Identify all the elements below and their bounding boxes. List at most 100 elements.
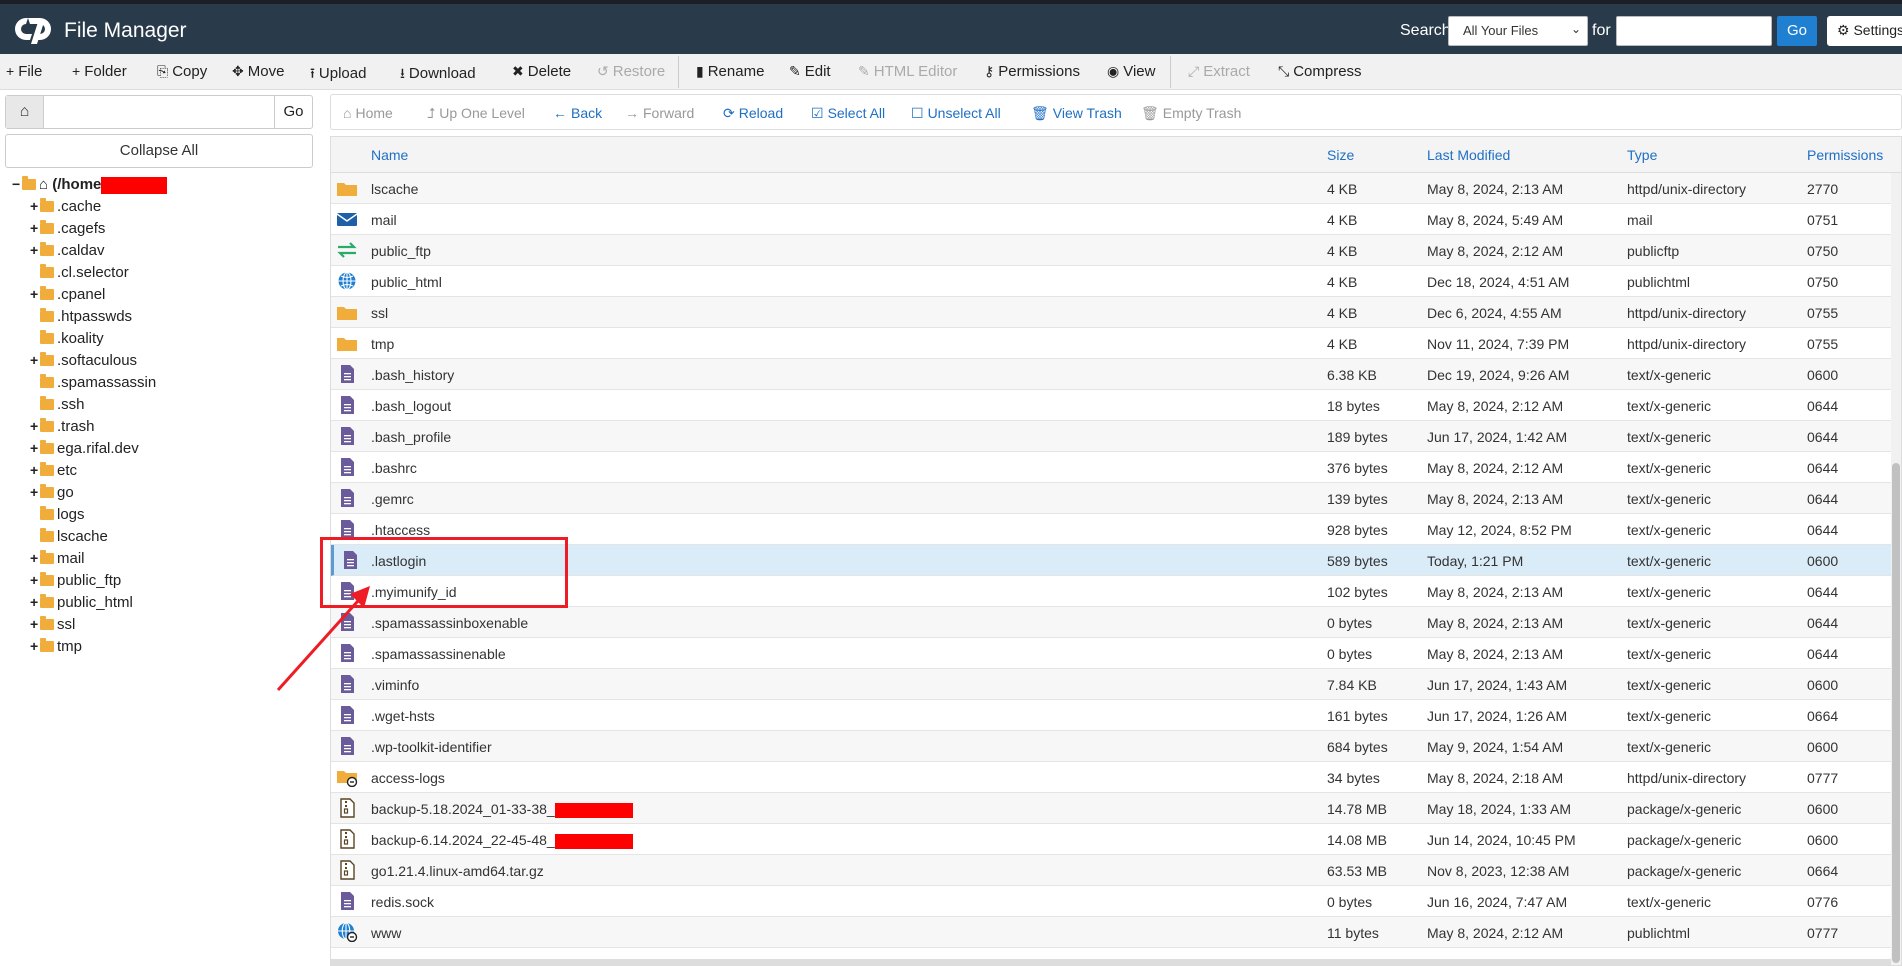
tree-item[interactable]: + mail bbox=[30, 550, 85, 572]
tree-item[interactable]: + .cpanel bbox=[30, 286, 105, 308]
action-reload-button[interactable]: ⟳ Reload bbox=[723, 105, 783, 122]
file-type: text/x-generic bbox=[1627, 460, 1711, 476]
search-scope-select[interactable]: All Your Files ⌄ bbox=[1448, 16, 1588, 46]
action-empty-trash-button[interactable]: 🗑 Empty Trash bbox=[1141, 105, 1241, 122]
expand-toggle[interactable]: + bbox=[30, 594, 40, 610]
column-header-permissions[interactable]: Permissions bbox=[1807, 147, 1883, 163]
expand-toggle[interactable]: + bbox=[30, 286, 40, 302]
table-row[interactable]: .spamassassinboxenable 0 bytes May 8, 2024… bbox=[331, 607, 1891, 638]
toolbar-delete-button[interactable]: ✖ Delete bbox=[512, 63, 571, 80]
column-header-size[interactable]: Size bbox=[1327, 147, 1354, 163]
path-go-button[interactable]: Go bbox=[274, 96, 312, 128]
tree-item[interactable]: .ssh bbox=[30, 396, 85, 418]
tree-item[interactable]: lscache bbox=[30, 528, 108, 550]
action-up-one-level-button[interactable]: ⮥ Up One Level bbox=[427, 105, 525, 122]
table-row[interactable]: .bash_profile 189 bytes Jun 17, 2024, 1:42… bbox=[331, 421, 1891, 452]
action-unselect-all-button[interactable]: ☐ Unselect All bbox=[911, 105, 1001, 122]
path-input[interactable] bbox=[44, 96, 274, 128]
toolbar-folder-button[interactable]: + Folder bbox=[72, 63, 127, 80]
expand-toggle[interactable]: + bbox=[30, 220, 40, 236]
action-forward-button[interactable]: → Forward bbox=[625, 105, 694, 121]
table-row[interactable]: public_html 4 KB Dec 18, 2024, 4:51 AM publ… bbox=[331, 266, 1891, 297]
action-back-button[interactable]: ← Back bbox=[553, 105, 602, 121]
tree-item[interactable]: + public_html bbox=[30, 594, 133, 616]
expand-toggle[interactable]: + bbox=[30, 462, 40, 478]
tree-item[interactable]: + .trash bbox=[30, 418, 95, 440]
tree-item[interactable]: + ega.rifal.dev bbox=[30, 440, 139, 462]
table-row[interactable]: .bashrc 376 bytes May 8, 2024, 2:12 AM text… bbox=[331, 452, 1891, 483]
table-row[interactable]: go1.21.4.linux-amd64.tar.gz 63.53 MB Nov 8… bbox=[331, 855, 1891, 886]
action-home-button[interactable]: ⌂ Home bbox=[343, 105, 393, 121]
tree-root[interactable]: − ⌂ (/home bbox=[12, 176, 168, 198]
table-row[interactable]: public_ftp 4 KB May 8, 2024, 2:12 AM public… bbox=[331, 235, 1891, 266]
expand-toggle[interactable]: + bbox=[30, 198, 40, 214]
table-row[interactable]: .bash_history 6.38 KB Dec 19, 2024, 9:26 A… bbox=[331, 359, 1891, 390]
toolbar-copy-button[interactable]: ⎘ Copy bbox=[157, 63, 207, 80]
settings-button[interactable]: ⚙ Settings bbox=[1827, 16, 1902, 46]
expand-toggle[interactable]: + bbox=[30, 572, 40, 588]
action-view-trash-button[interactable]: 🗑 View Trash bbox=[1031, 105, 1122, 122]
toolbar-restore-button[interactable]: ↺ Restore bbox=[597, 63, 665, 80]
horizontal-scrollbar[interactable] bbox=[331, 959, 1891, 965]
table-row[interactable]: backup-5.18.2024_01-33-38_ 14.78 MB May 18… bbox=[331, 793, 1891, 824]
toolbar-file-button[interactable]: + File bbox=[6, 63, 42, 80]
toolbar-rename-button[interactable]: ▮ Rename bbox=[696, 63, 764, 80]
table-row[interactable]: tmp 4 KB Nov 11, 2024, 7:39 PM httpd/unix-d… bbox=[331, 328, 1891, 359]
vertical-scrollbar[interactable] bbox=[1891, 173, 1901, 965]
home-icon[interactable]: ⌂ bbox=[6, 96, 44, 128]
expand-toggle[interactable]: + bbox=[30, 550, 40, 566]
tree-item[interactable]: .htpasswds bbox=[30, 308, 132, 330]
table-row[interactable]: .wp-toolkit-identifier 684 bytes May 9, 20… bbox=[331, 731, 1891, 762]
tree-item[interactable]: + etc bbox=[30, 462, 77, 484]
expand-toggle[interactable]: + bbox=[30, 638, 40, 654]
action-select-all-button[interactable]: ☑ Select All bbox=[811, 105, 885, 122]
tree-item[interactable]: + public_ftp bbox=[30, 572, 121, 594]
tree-item[interactable]: logs bbox=[30, 506, 85, 528]
column-header-name[interactable]: Name bbox=[371, 147, 408, 163]
toolbar-permissions-button[interactable]: ⚷ Permissions bbox=[984, 63, 1080, 80]
tree-item[interactable]: + .cache bbox=[30, 198, 101, 220]
collapse-all-button[interactable]: Collapse All bbox=[5, 134, 313, 168]
expand-toggle[interactable]: + bbox=[30, 484, 40, 500]
tree-item[interactable]: + .softaculous bbox=[30, 352, 137, 374]
table-row[interactable]: access-logs 34 bytes May 8, 2024, 2:18 AM h… bbox=[331, 762, 1891, 793]
scroll-thumb[interactable] bbox=[1892, 463, 1900, 963]
collapse-toggle[interactable]: − bbox=[12, 176, 22, 192]
expand-toggle[interactable]: + bbox=[30, 616, 40, 632]
toolbar-move-button[interactable]: ✥ Move bbox=[232, 63, 284, 80]
table-row[interactable]: .wget-hsts 161 bytes Jun 17, 2024, 1:26 AM… bbox=[331, 700, 1891, 731]
expand-toggle[interactable]: + bbox=[30, 418, 40, 434]
tree-item[interactable]: .koality bbox=[30, 330, 104, 352]
toolbar-view-button[interactable]: ◉ View bbox=[1107, 63, 1155, 80]
table-row[interactable]: www 11 bytes May 8, 2024, 2:12 AM publichtm… bbox=[331, 917, 1891, 948]
expand-toggle[interactable]: + bbox=[30, 242, 40, 258]
table-row[interactable]: .viminfo 7.84 KB Jun 17, 2024, 1:43 AM text… bbox=[331, 669, 1891, 700]
toolbar-upload-button[interactable]: ⭱ Upload bbox=[310, 63, 366, 87]
table-row[interactable]: .spamassassinenable 0 bytes May 8, 2024, 2… bbox=[331, 638, 1891, 669]
table-row[interactable]: backup-6.14.2024_22-45-48_ 14.08 MB Jun 14… bbox=[331, 824, 1891, 855]
tree-item[interactable]: .cl.selector bbox=[30, 264, 129, 286]
toolbar-html-editor-button[interactable]: ✎ HTML Editor bbox=[858, 63, 957, 80]
table-row[interactable]: ssl 4 KB Dec 6, 2024, 4:55 AM httpd/unix-di… bbox=[331, 297, 1891, 328]
tree-item[interactable]: .spamassassin bbox=[30, 374, 156, 396]
table-row[interactable]: .gemrc 139 bytes May 8, 2024, 2:13 AM text/… bbox=[331, 483, 1891, 514]
toolbar-download-button[interactable]: ⭳ Download bbox=[400, 63, 476, 87]
table-row[interactable]: lscache 4 KB May 8, 2024, 2:13 AM httpd/uni… bbox=[331, 173, 1891, 204]
tree-item[interactable]: + go bbox=[30, 484, 74, 506]
table-row[interactable]: mail 4 KB May 8, 2024, 5:49 AM mail 0751 bbox=[331, 204, 1891, 235]
column-header-last-modified[interactable]: Last Modified bbox=[1427, 147, 1510, 163]
tree-item[interactable]: + ssl bbox=[30, 616, 75, 638]
toolbar-extract-button[interactable]: ⤢ Extract bbox=[1188, 63, 1250, 80]
expand-toggle[interactable]: + bbox=[30, 352, 40, 368]
tree-item[interactable]: + .caldav bbox=[30, 242, 105, 264]
table-row[interactable]: redis.sock 0 bytes Jun 16, 2024, 7:47 AM te… bbox=[331, 886, 1891, 917]
toolbar-edit-button[interactable]: ✎ Edit bbox=[789, 63, 831, 80]
tree-item[interactable]: + tmp bbox=[30, 638, 82, 660]
expand-toggle[interactable]: + bbox=[30, 440, 40, 456]
search-go-button[interactable]: Go bbox=[1777, 16, 1817, 46]
column-header-type[interactable]: Type bbox=[1627, 147, 1657, 163]
toolbar-compress-button[interactable]: ⤡ Compress bbox=[1278, 63, 1362, 80]
tree-item[interactable]: + .cagefs bbox=[30, 220, 105, 242]
table-row[interactable]: .bash_logout 18 bytes May 8, 2024, 2:12 AM… bbox=[331, 390, 1891, 421]
search-input[interactable] bbox=[1616, 16, 1772, 46]
